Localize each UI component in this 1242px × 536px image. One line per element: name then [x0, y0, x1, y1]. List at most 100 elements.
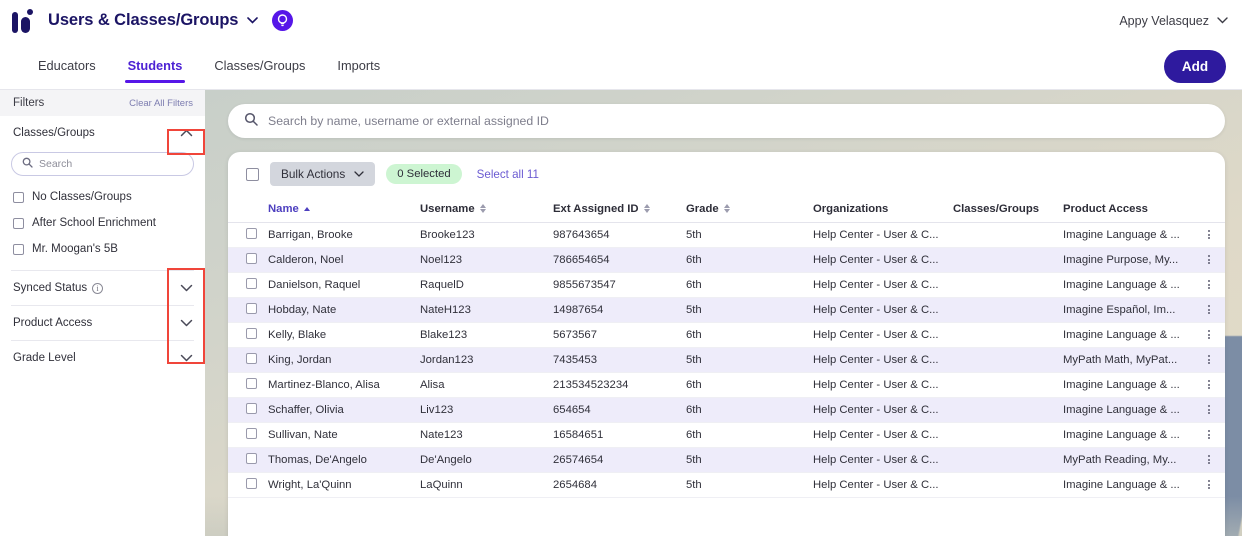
- clear-all-filters-link[interactable]: Clear All Filters: [129, 98, 193, 109]
- tab-students[interactable]: Students: [112, 41, 199, 90]
- row-menu-button[interactable]: [1208, 372, 1225, 397]
- row-checkbox-cell[interactable]: [228, 397, 268, 422]
- checkbox[interactable]: [246, 477, 257, 489]
- row-menu-button[interactable]: [1208, 247, 1225, 272]
- row-checkbox-cell[interactable]: [228, 272, 268, 297]
- cell-product-access: Imagine Language & ...: [1063, 328, 1180, 341]
- info-icon[interactable]: i: [92, 282, 104, 294]
- cell-name: Martinez-Blanco, Alisa: [268, 378, 380, 391]
- bulk-actions-button[interactable]: Bulk Actions: [270, 162, 376, 186]
- row-menu-button[interactable]: [1208, 447, 1225, 472]
- checkbox[interactable]: [246, 402, 257, 414]
- sort-icon: [643, 204, 650, 214]
- filters-title: Filters: [13, 97, 45, 109]
- checkbox[interactable]: [246, 352, 257, 364]
- cell-ext-assigned-id: 786654654: [553, 253, 610, 266]
- filter-section-label: Product Access: [13, 317, 93, 329]
- row-checkbox-cell[interactable]: [228, 347, 268, 372]
- table-header: Name Username Ext Assigned ID Grade Orga…: [228, 196, 1225, 222]
- filter-checkbox-mr-moogans-5b[interactable]: Mr. Moogan's 5B: [0, 236, 205, 262]
- filter-section-grade-level[interactable]: Grade Level: [0, 341, 205, 375]
- row-checkbox-cell[interactable]: [228, 422, 268, 447]
- select-all-checkbox[interactable]: [246, 167, 259, 181]
- cell-username: Alisa: [420, 378, 445, 391]
- cell-username: Noel123: [420, 253, 463, 266]
- checkbox[interactable]: [246, 377, 257, 389]
- search-input[interactable]: Search by name, username or external ass…: [228, 104, 1225, 138]
- cell-organizations: Help Center - User & C...: [813, 328, 939, 341]
- table-row[interactable]: Martinez-Blanco, Alisa Alisa 213534523234 6…: [228, 372, 1225, 397]
- column-header-ext-assigned-id[interactable]: Ext Assigned ID: [553, 196, 686, 222]
- table-row[interactable]: Hobday, Nate NateH123 14987654 5th Help Cent…: [228, 297, 1225, 322]
- row-menu-button[interactable]: [1208, 422, 1225, 447]
- table-row[interactable]: Sullivan, Nate Nate123 16584651 6th Help Cen…: [228, 422, 1225, 447]
- tab-imports[interactable]: Imports: [321, 41, 396, 90]
- checkbox[interactable]: [246, 427, 257, 439]
- cell-ext-assigned-id: 7435453: [553, 353, 597, 366]
- chevron-down-icon: [1217, 15, 1228, 27]
- search-icon: [22, 155, 33, 173]
- table-row[interactable]: Kelly, Blake Blake123 5673567 6th Help Cente…: [228, 322, 1225, 347]
- checkbox[interactable]: [246, 302, 257, 314]
- table-row[interactable]: Calderon, Noel Noel123 786654654 6th Help Ce…: [228, 247, 1225, 272]
- table-row[interactable]: Wright, La'Quinn LaQuinn 2654684 5th Help Ce…: [228, 472, 1225, 497]
- column-header-grade[interactable]: Grade: [686, 196, 813, 222]
- row-checkbox-cell[interactable]: [228, 297, 268, 322]
- checkbox[interactable]: [246, 452, 257, 464]
- cell-classes-groups: [953, 347, 1063, 372]
- row-menu-button[interactable]: [1208, 397, 1225, 422]
- user-menu[interactable]: Appy Velasquez: [1119, 14, 1228, 28]
- row-checkbox-cell[interactable]: [228, 472, 268, 497]
- filter-checkbox-after-school-enrichment[interactable]: After School Enrichment: [0, 210, 205, 236]
- filters-header: Filters Clear All Filters: [0, 90, 205, 116]
- filter-checkbox-no-classes-groups[interactable]: No Classes/Groups: [0, 184, 205, 210]
- cell-product-access: Imagine Language & ...: [1063, 403, 1180, 416]
- checkbox[interactable]: [246, 277, 257, 289]
- tab-educators[interactable]: Educators: [22, 41, 112, 90]
- chevron-down-icon[interactable]: [247, 17, 259, 24]
- chevron-down-icon: [179, 351, 193, 365]
- row-checkbox-cell[interactable]: [228, 247, 268, 272]
- lightbulb-icon[interactable]: [272, 10, 294, 31]
- select-all-link[interactable]: Select all 11: [477, 168, 539, 181]
- column-header-username[interactable]: Username: [420, 196, 553, 222]
- checkbox[interactable]: [246, 227, 257, 239]
- checkbox[interactable]: [246, 252, 257, 264]
- row-checkbox-cell[interactable]: [228, 222, 268, 247]
- checkbox-label: After School Enrichment: [32, 217, 157, 229]
- row-menu-button[interactable]: [1208, 272, 1225, 297]
- row-menu-button[interactable]: [1208, 322, 1225, 347]
- add-button[interactable]: Add: [1164, 50, 1226, 83]
- row-menu-button[interactable]: [1208, 472, 1225, 497]
- row-checkbox-cell[interactable]: [228, 372, 268, 397]
- table-row[interactable]: Thomas, De'Angelo De'Angelo 26574654 5th Hel…: [228, 447, 1225, 472]
- table-row[interactable]: King, Jordan Jordan123 7435453 5th Help Cent…: [228, 347, 1225, 372]
- filter-section-classes-groups[interactable]: Classes/Groups: [0, 116, 205, 150]
- cell-name: King, Jordan: [268, 353, 332, 366]
- table-row[interactable]: Barrigan, Brooke Brooke123 987643654 5th Hel…: [228, 222, 1225, 247]
- filter-section-synced-status[interactable]: Synced Status i: [0, 271, 205, 305]
- filter-section-product-access[interactable]: Product Access: [0, 306, 205, 340]
- cell-grade: 5th: [686, 353, 702, 366]
- row-checkbox-cell[interactable]: [228, 322, 268, 347]
- tab-classes-groups[interactable]: Classes/Groups: [198, 41, 321, 90]
- checkbox[interactable]: [246, 327, 257, 339]
- cell-name: Schaffer, Olivia: [268, 403, 344, 416]
- column-header-name[interactable]: Name: [268, 196, 420, 222]
- row-menu-button[interactable]: [1208, 347, 1225, 372]
- kebab-menu-icon: [1208, 380, 1225, 389]
- cell-product-access: MyPath Reading, My...: [1063, 453, 1177, 466]
- cell-grade: 6th: [686, 378, 702, 391]
- table-row[interactable]: Schaffer, Olivia Liv123 654654 6th Help Cent…: [228, 397, 1225, 422]
- filter-search-input[interactable]: Search: [11, 152, 194, 176]
- kebab-menu-icon: [1208, 305, 1225, 314]
- cell-product-access: Imagine Language & ...: [1063, 378, 1180, 391]
- row-menu-button[interactable]: [1208, 297, 1225, 322]
- row-menu-button[interactable]: [1208, 222, 1225, 247]
- cell-ext-assigned-id: 16584651: [553, 428, 604, 441]
- row-checkbox-cell[interactable]: [228, 447, 268, 472]
- cell-organizations: Help Center - User & C...: [813, 353, 939, 366]
- kebab-menu-icon: [1208, 480, 1225, 489]
- cell-product-access: Imagine Language & ...: [1063, 278, 1180, 291]
- table-row[interactable]: Danielson, Raquel RaquelD 9855673547 6th Hel…: [228, 272, 1225, 297]
